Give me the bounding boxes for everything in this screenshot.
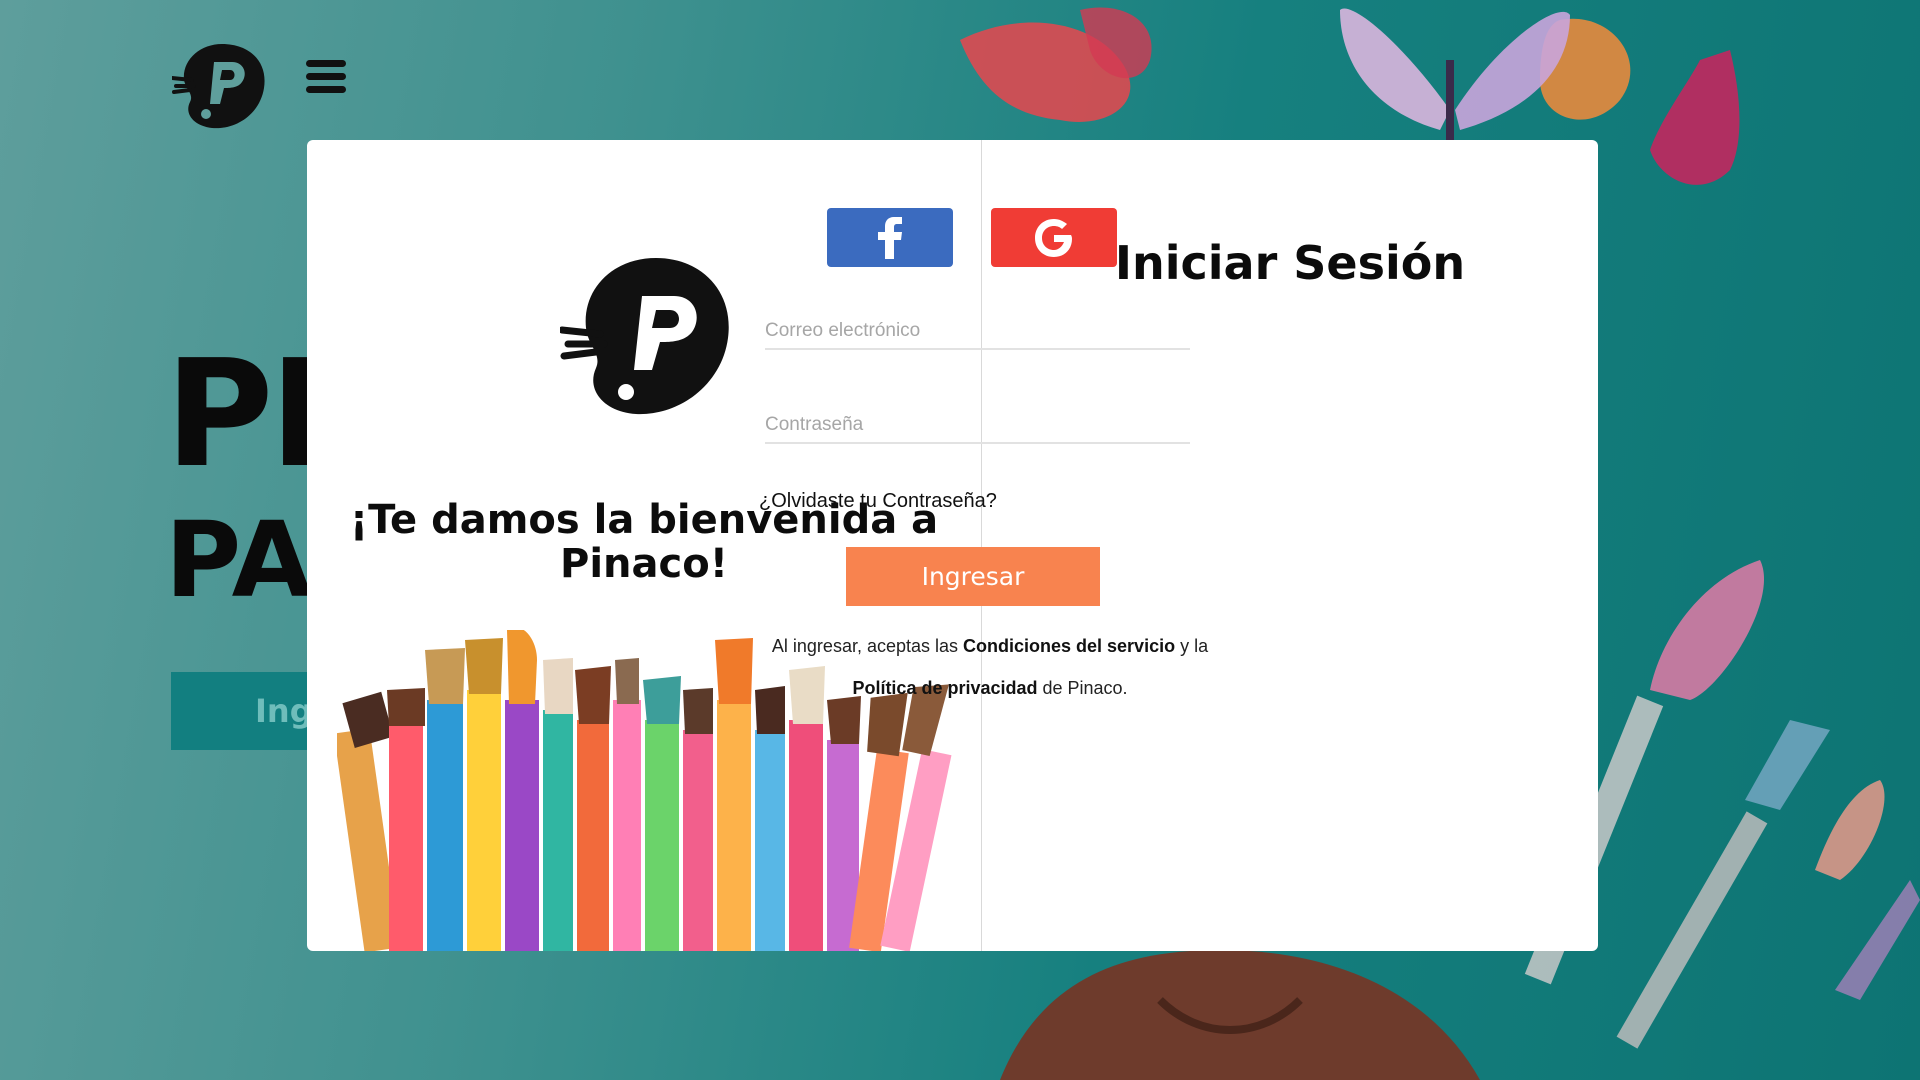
- butterfly-icon: [1340, 8, 1570, 140]
- terms-suffix: de Pinaco.: [1037, 678, 1128, 698]
- forgot-password-link[interactable]: ¿Olvidaste tu Contraseña?: [759, 490, 997, 513]
- submit-button[interactable]: Ingresar: [846, 547, 1100, 606]
- google-login-button[interactable]: [991, 208, 1117, 267]
- facebook-login-button[interactable]: [827, 208, 953, 267]
- hamburger-menu-icon[interactable]: [306, 60, 348, 94]
- email-field[interactable]: [765, 316, 1190, 350]
- hero-cta-label: Ing: [255, 692, 313, 730]
- facebook-icon: [878, 216, 902, 259]
- password-field[interactable]: [765, 410, 1190, 444]
- hero-line-1: PI: [165, 328, 325, 500]
- terms-prefix: Al ingresar, aceptas las: [771, 636, 964, 656]
- terms-of-service-link[interactable]: Condiciones del servicio: [963, 636, 1175, 656]
- terms-middle: y la: [1175, 636, 1209, 656]
- pinaco-logo-icon: [560, 258, 729, 415]
- privacy-policy-link[interactable]: Política de privacidad: [852, 678, 1037, 698]
- pinaco-logo-icon[interactable]: [172, 40, 272, 132]
- hero-line-2: PA: [165, 499, 313, 621]
- google-icon: [1035, 218, 1072, 257]
- terms-text: Al ingresar, aceptas las Condiciones del…: [690, 625, 1290, 709]
- hero-heading: PI PA: [165, 328, 325, 621]
